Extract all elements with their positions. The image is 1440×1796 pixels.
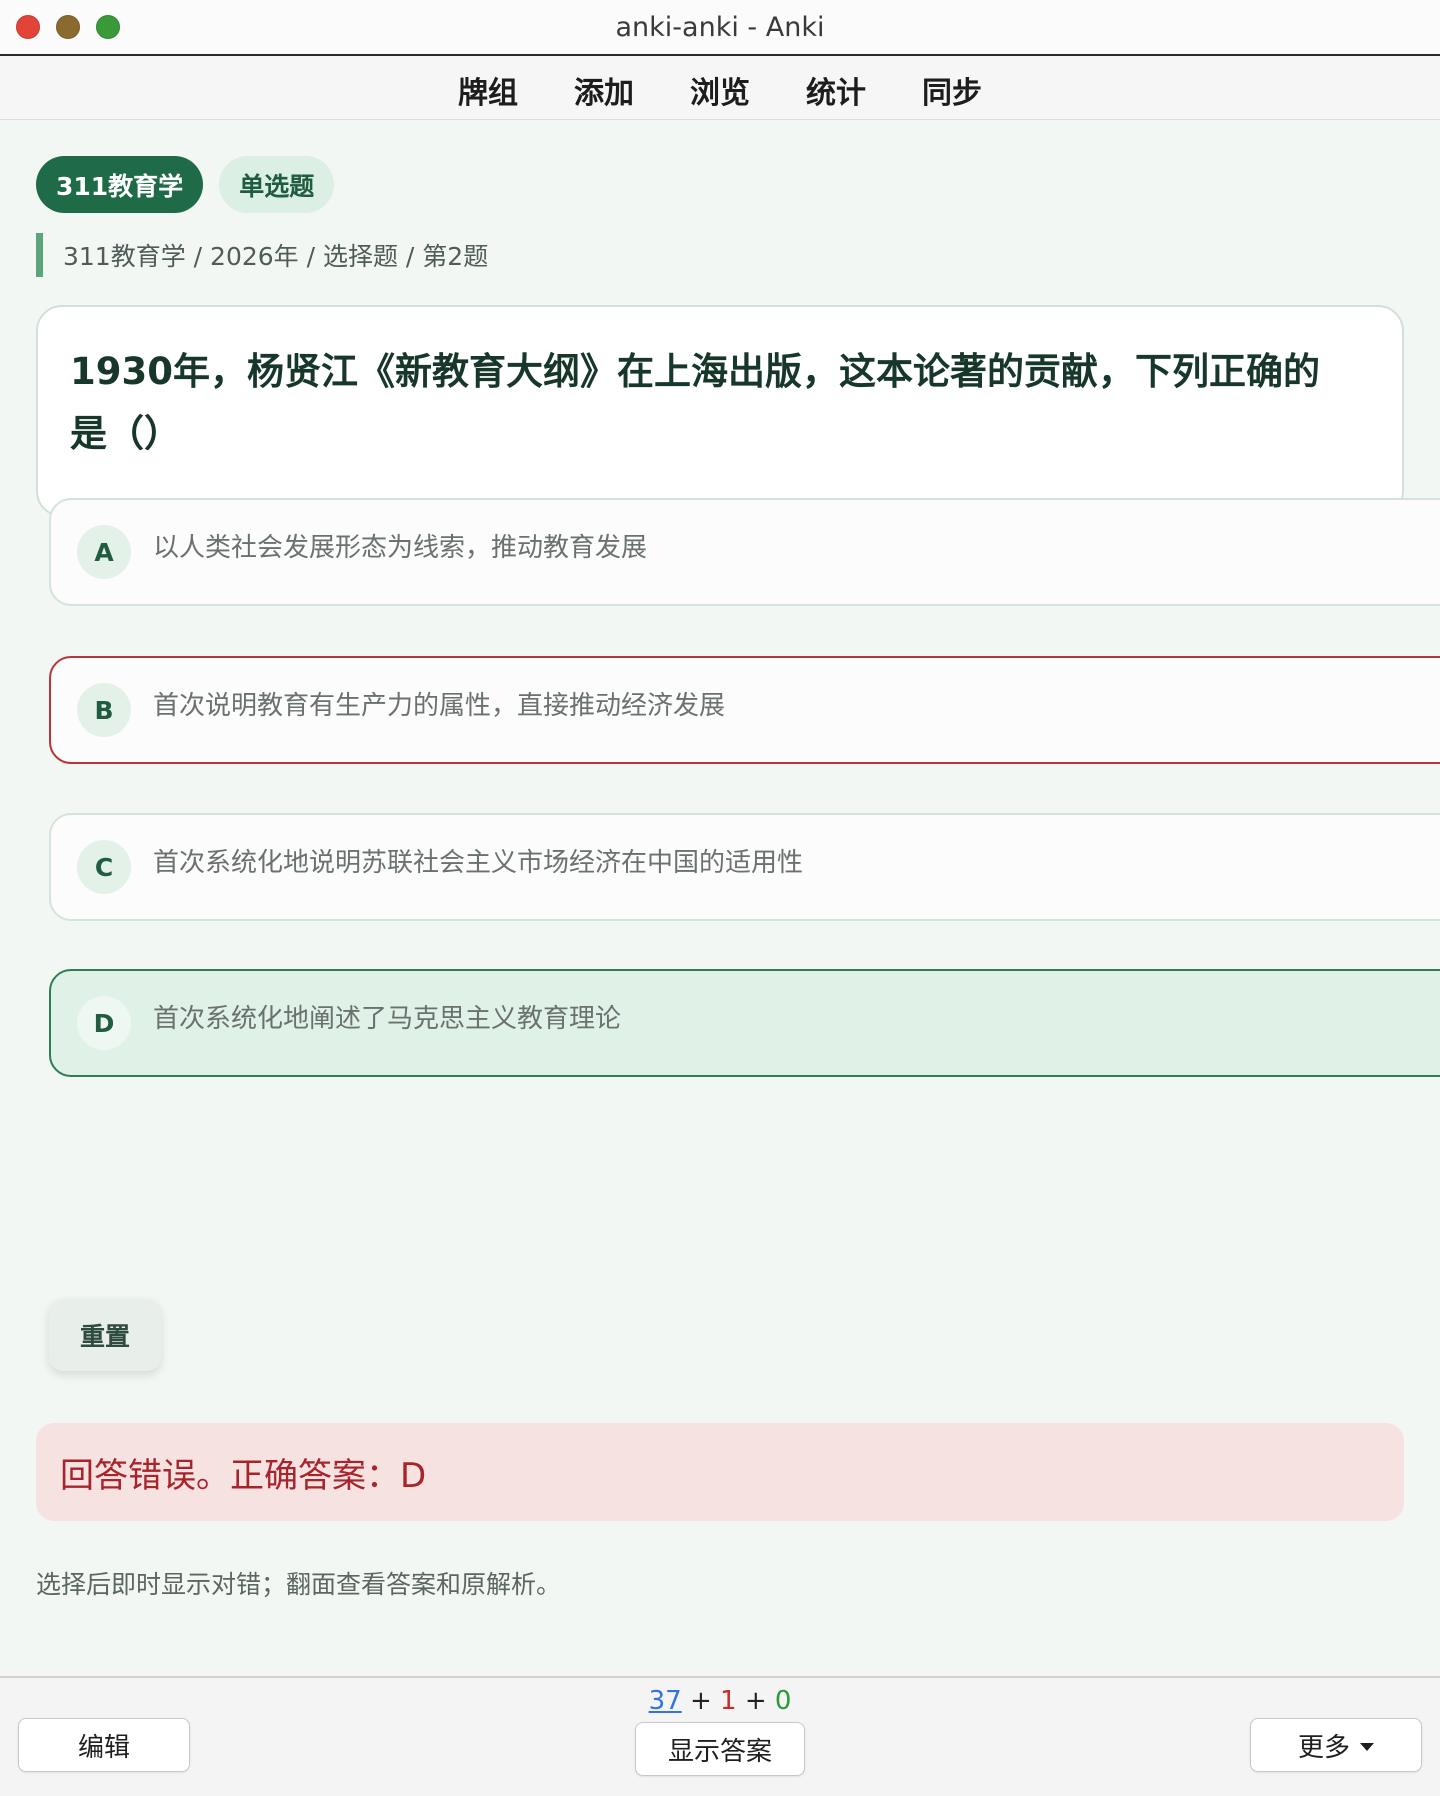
bottom-bar: 37 + 1 + 0 编辑 显示答案 更多 bbox=[0, 1676, 1440, 1796]
learn-count: 1 bbox=[720, 1686, 737, 1716]
subject-tag: 311教育学 bbox=[36, 156, 204, 213]
count-separator-1: + bbox=[689, 1686, 712, 1716]
toolbar-decks[interactable]: 牌组 bbox=[458, 68, 518, 112]
option-a[interactable]: A 以人类社会发展形态为线索，推动教育发展 bbox=[49, 498, 1440, 606]
question-card: 1930年，杨贤江《新教育大纲》在上海出版，这本论著的贡献，下列正确的 是（） bbox=[36, 305, 1404, 517]
hint-text: 选择后即时显示对错；翻面查看答案和原解析。 bbox=[36, 1570, 562, 1599]
more-button-label: 更多 bbox=[1297, 1732, 1350, 1763]
option-a-letter: A bbox=[77, 525, 131, 579]
window-title: anki-anki - Anki bbox=[615, 12, 825, 43]
toolbar-add[interactable]: 添加 bbox=[574, 68, 634, 112]
question-line-1: 1930年，杨贤江《新教育大纲》在上海出版，这本论著的贡献，下列正确的 bbox=[70, 350, 1320, 393]
show-answer-label: 显示答案 bbox=[667, 1736, 772, 1767]
edit-button[interactable]: 编辑 bbox=[18, 1718, 190, 1772]
option-a-text: 以人类社会发展形态为线索，推动教育发展 bbox=[153, 532, 648, 563]
option-b-text: 首次说明教育有生产力的属性，直接推动经济发展 bbox=[153, 690, 726, 721]
show-answer-button[interactable]: 显示答案 bbox=[635, 1722, 805, 1776]
option-c-letter: C bbox=[77, 840, 131, 894]
main-toolbar: 牌组 添加 浏览 统计 同步 bbox=[0, 58, 1440, 120]
option-d-text: 首次系统化地阐述了马克思主义教育理论 bbox=[153, 1003, 622, 1034]
new-count[interactable]: 37 bbox=[649, 1686, 682, 1716]
question-type-tag: 单选题 bbox=[219, 156, 335, 213]
option-c[interactable]: C 首次系统化地说明苏联社会主义市场经济在中国的适用性 bbox=[49, 813, 1440, 921]
question-line-2: 是（） bbox=[70, 412, 181, 455]
count-separator-2: + bbox=[744, 1686, 767, 1716]
toolbar-stats[interactable]: 统计 bbox=[806, 68, 866, 112]
toolbar-browse[interactable]: 浏览 bbox=[690, 68, 750, 112]
question-text: 1930年，杨贤江《新教育大纲》在上海出版，这本论著的贡献，下列正确的 是（） bbox=[70, 341, 1372, 465]
review-count: 0 bbox=[774, 1686, 792, 1716]
tag-pills: 311教育学 单选题 bbox=[36, 156, 335, 213]
toolbar-sync[interactable]: 同步 bbox=[922, 68, 982, 112]
option-d[interactable]: D 首次系统化地阐述了马克思主义教育理论 bbox=[49, 969, 1440, 1077]
reset-button[interactable]: 重置 bbox=[49, 1299, 161, 1371]
option-c-text: 首次系统化地说明苏联社会主义市场经济在中国的适用性 bbox=[153, 847, 804, 878]
due-counts: 37 + 1 + 0 bbox=[0, 1686, 1440, 1716]
toolbar-menu: 牌组 添加 浏览 统计 同步 bbox=[458, 68, 982, 112]
card-content: 311教育学 单选题 311教育学 / 2026年 / 选择题 / 第2题 19… bbox=[0, 121, 1440, 1676]
option-d-letter: D bbox=[77, 996, 131, 1050]
option-b-letter: B bbox=[77, 683, 131, 737]
anki-window: anki-anki - Anki 牌组 添加 浏览 统计 同步 311教育学 单… bbox=[0, 0, 1440, 1796]
edit-button-label: 编辑 bbox=[77, 1732, 130, 1763]
chevron-down-icon bbox=[1360, 1743, 1374, 1751]
option-b[interactable]: B 首次说明教育有生产力的属性，直接推动经济发展 bbox=[49, 656, 1440, 764]
title-bar: anki-anki - Anki bbox=[0, 0, 1440, 56]
result-message: 回答错误。正确答案：D bbox=[36, 1423, 1404, 1521]
breadcrumb: 311教育学 / 2026年 / 选择题 / 第2题 bbox=[36, 233, 488, 277]
more-button[interactable]: 更多 bbox=[1250, 1718, 1422, 1772]
